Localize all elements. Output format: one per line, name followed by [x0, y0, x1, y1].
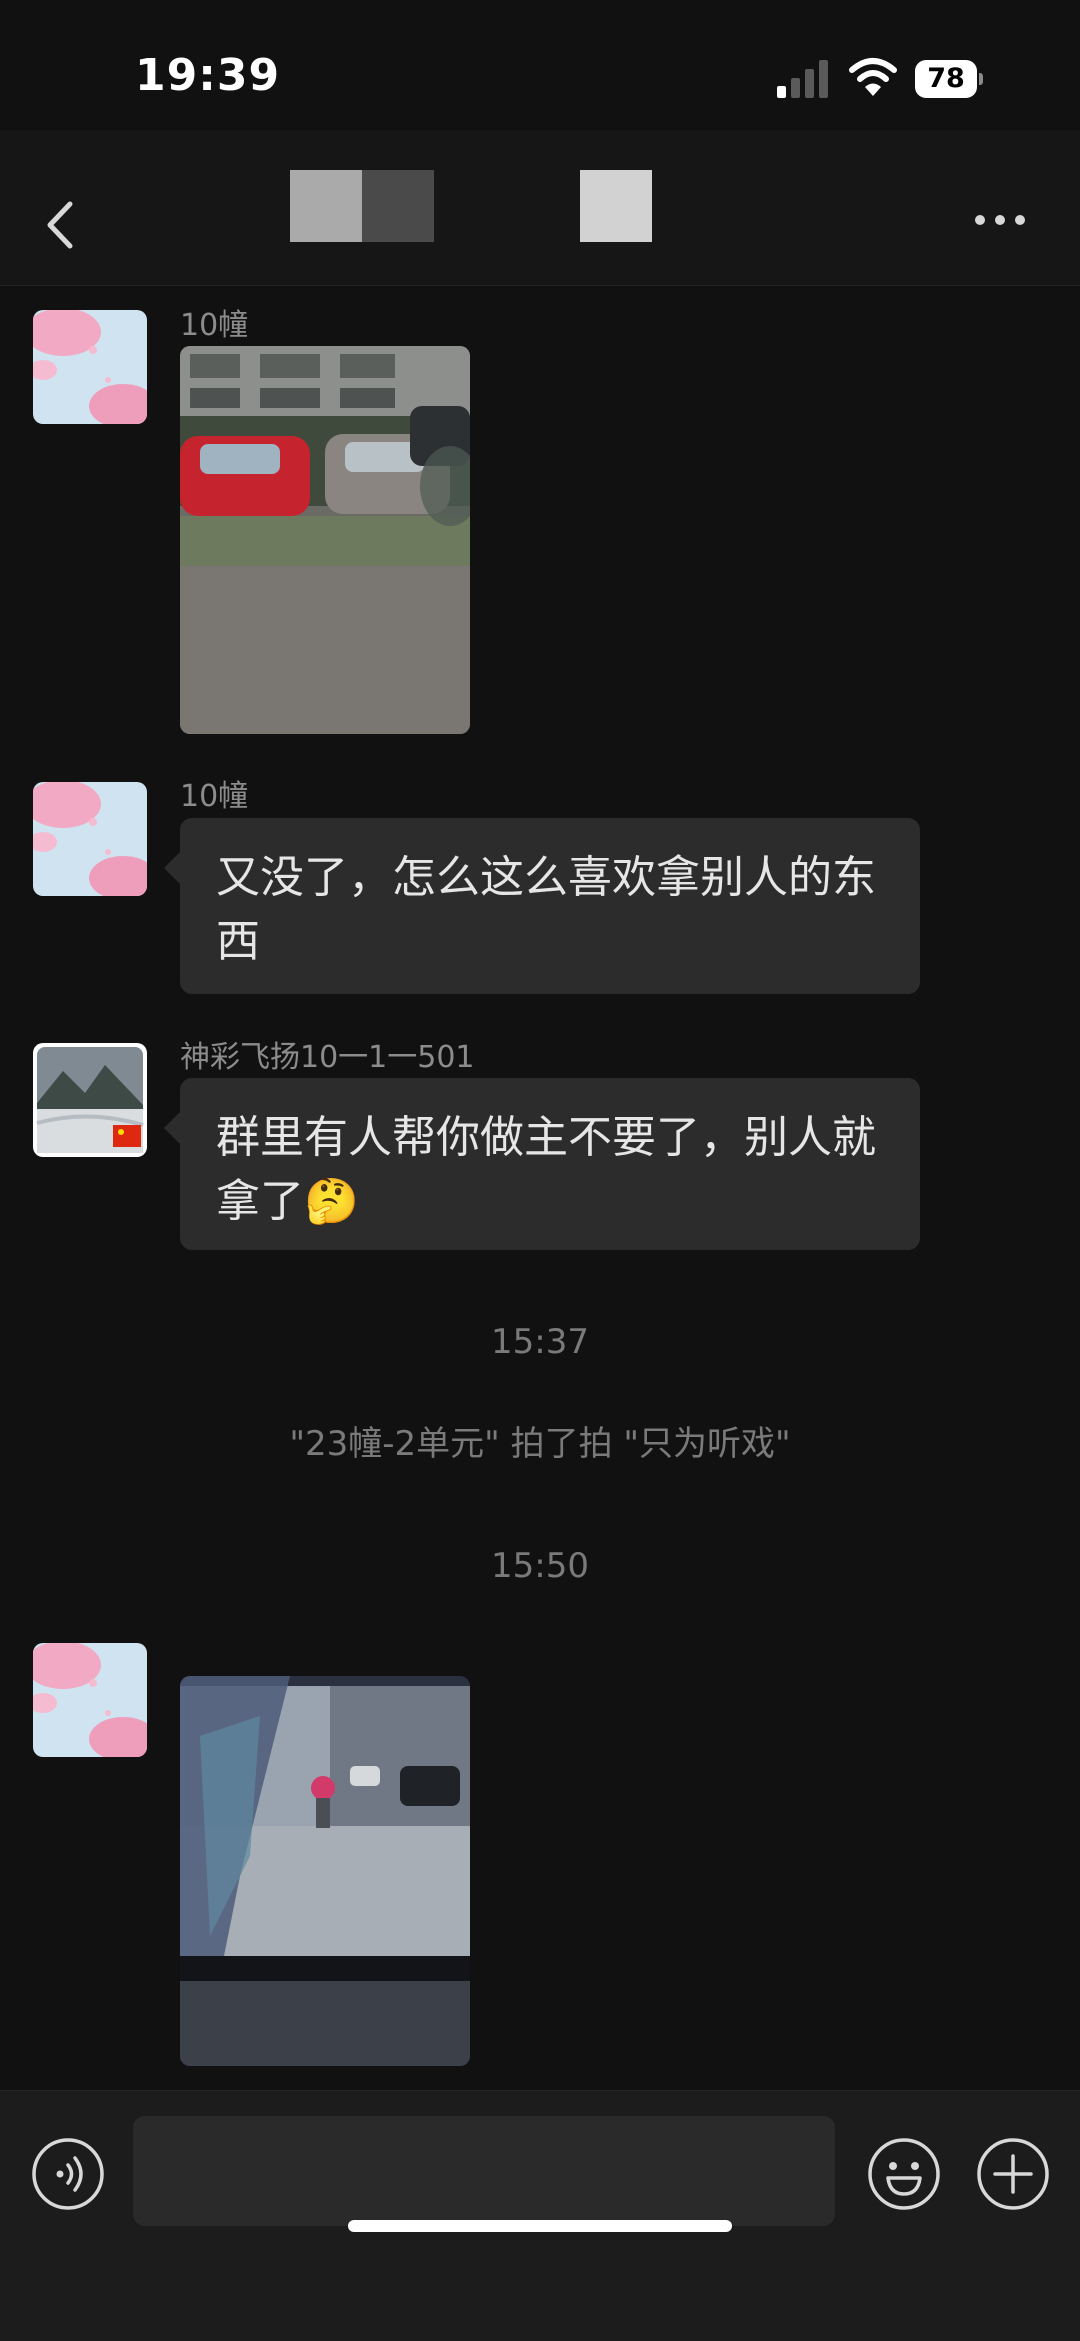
- battery-tip: [979, 73, 983, 85]
- input-bar: [0, 2090, 1080, 2341]
- sender-name: 10幢: [180, 308, 249, 343]
- message-input[interactable]: [133, 2116, 835, 2226]
- wifi-icon: [849, 58, 897, 96]
- ellipsis-icon[interactable]: [970, 205, 1030, 235]
- cherry-blossom-avatar[interactable]: [33, 782, 147, 896]
- timestamp: 15:37: [491, 1322, 589, 1362]
- message-bubble[interactable]: 又没了，怎么这么喜欢拿别人的东西: [164, 818, 920, 994]
- message-bubble[interactable]: 群里有人帮你做主不要了，别人就拿了🤔: [164, 1078, 920, 1250]
- chat-screen: 19:39 78 10幢 10幢 又没了，怎么这么喜欢拿别人的东西 神彩飞扬10…: [0, 0, 1080, 2341]
- status-time: 19:39: [135, 50, 281, 101]
- chat-header: [0, 130, 1080, 286]
- redacted-title-block: [362, 170, 434, 242]
- chevron-left-icon[interactable]: [30, 190, 90, 260]
- redacted-title-block: [290, 170, 362, 242]
- cherry-blossom-avatar[interactable]: [33, 1643, 147, 1757]
- system-message: "23幢-2单元" 拍了拍 "只为听戏": [289, 1424, 791, 1464]
- home-indicator[interactable]: [348, 2220, 732, 2232]
- battery-level: 78: [927, 63, 965, 94]
- sender-name: 10幢: [180, 779, 249, 814]
- mountain-avatar[interactable]: [33, 1043, 147, 1157]
- redacted-title-block: [580, 170, 652, 242]
- status-bar: 19:39 78: [0, 0, 1080, 130]
- voice-icon[interactable]: [30, 2136, 106, 2212]
- signal-icon: [777, 60, 828, 98]
- timestamp: 15:50: [491, 1546, 589, 1586]
- battery-icon: 78: [915, 60, 983, 98]
- parked-cars-photo[interactable]: [180, 346, 470, 734]
- sender-name: 神彩飞扬10一1一501: [180, 1040, 475, 1075]
- emoji-icon[interactable]: [866, 2136, 942, 2212]
- surveillance-monitor-photo[interactable]: [180, 1676, 470, 2066]
- cherry-blossom-avatar[interactable]: [33, 310, 147, 424]
- plus-icon[interactable]: [975, 2136, 1051, 2212]
